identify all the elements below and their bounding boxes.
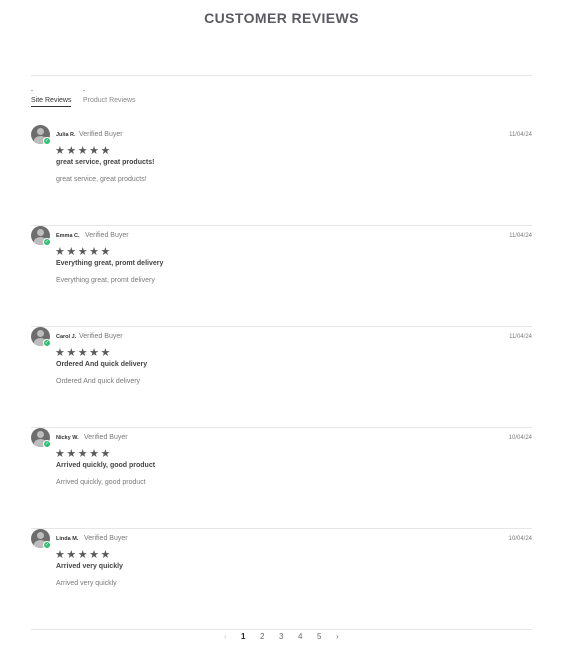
verified-check-icon: ✓ [43,238,51,246]
reviewer-name: Nicky W. [56,435,79,441]
tab-product-reviews[interactable]: - Product Reviews [83,88,136,105]
verified-buyer-label: Verified Buyer [85,232,129,239]
tab-count: - [83,88,85,94]
star-rating: ★★★★★ [55,448,112,460]
review-item: ✓ Carol J. Verified Buyer 11/04/24 ★★★★★ Orde… [31,327,532,428]
reviewer-name: Carol J. [56,334,77,340]
verified-buyer-label: Verified Buyer [79,131,123,138]
verified-check-icon: ✓ [43,440,51,448]
review-date: 11/04/24 [509,233,532,239]
verified-check-icon: ✓ [43,339,51,347]
review-body: Ordered And quick delivery [56,378,141,385]
review-title: Arrived quickly, good product [56,462,156,469]
tab-site-reviews[interactable]: - Site Reviews [31,88,72,107]
review-body: Arrived quickly, good product [56,479,146,486]
verified-buyer-label: Verified Buyer [84,434,128,441]
reviewer-name: Emma C. [56,233,80,239]
review-title: Arrived very quickly [56,563,123,570]
page-3-link[interactable]: 3 [279,632,283,641]
review-title: Ordered And quick delivery [56,361,148,368]
review-date: 11/04/24 [509,132,532,138]
review-body: Everything great, promt delivery [56,277,155,284]
star-rating: ★★★★★ [55,246,112,258]
review-title: great service, great products! [56,159,155,166]
divider [31,75,532,76]
page-1-link[interactable]: 1 [241,632,245,641]
review-item: ✓ Emma C. Verified Buyer 11/04/24 ★★★★★ Every… [31,226,532,327]
next-page-icon[interactable]: › [336,632,339,641]
star-rating: ★★★★★ [55,549,112,561]
review-item: ✓ Linda M. Verified Buyer 10/04/24 ★★★★★ Arri… [31,529,532,630]
review-body: Arrived very quickly [56,580,117,587]
review-date: 10/04/24 [508,536,532,542]
tab-label: Product Reviews [83,97,136,104]
tab-count: - [31,88,33,94]
page-4-link[interactable]: 4 [298,632,302,641]
review-body: great service, great products! [56,176,147,183]
prev-page-icon[interactable]: ‹ [224,632,227,641]
verified-buyer-label: Verified Buyer [84,535,128,542]
star-rating: ★★★★★ [55,145,112,157]
page-5-link[interactable]: 5 [317,632,321,641]
pagination: ‹ 1 2 3 4 5 › [0,632,577,646]
reviewer-name: Linda M. [56,536,79,542]
verified-buyer-label: Verified Buyer [79,333,123,340]
star-rating: ★★★★★ [55,347,112,359]
page-2-link[interactable]: 2 [260,632,264,641]
review-item: ✓ Nicky W. Verified Buyer 10/04/24 ★★★★★ Arri… [31,428,532,529]
page-title: CUSTOMER REVIEWS [204,10,359,26]
review-item: ✓ Julia R. Verified Buyer 11/04/24 ★★★★★ grea… [31,125,532,226]
verified-check-icon: ✓ [43,541,51,549]
review-tabs: - Site Reviews - Product Reviews [31,88,231,108]
review-date: 10/04/24 [508,435,532,441]
reviewer-name: Julia R. [56,132,76,138]
review-title: Everything great, promt delivery [56,260,164,267]
tab-label: Site Reviews [31,96,72,107]
divider [31,629,532,630]
review-date: 11/04/24 [509,334,532,340]
verified-check-icon: ✓ [43,137,51,145]
